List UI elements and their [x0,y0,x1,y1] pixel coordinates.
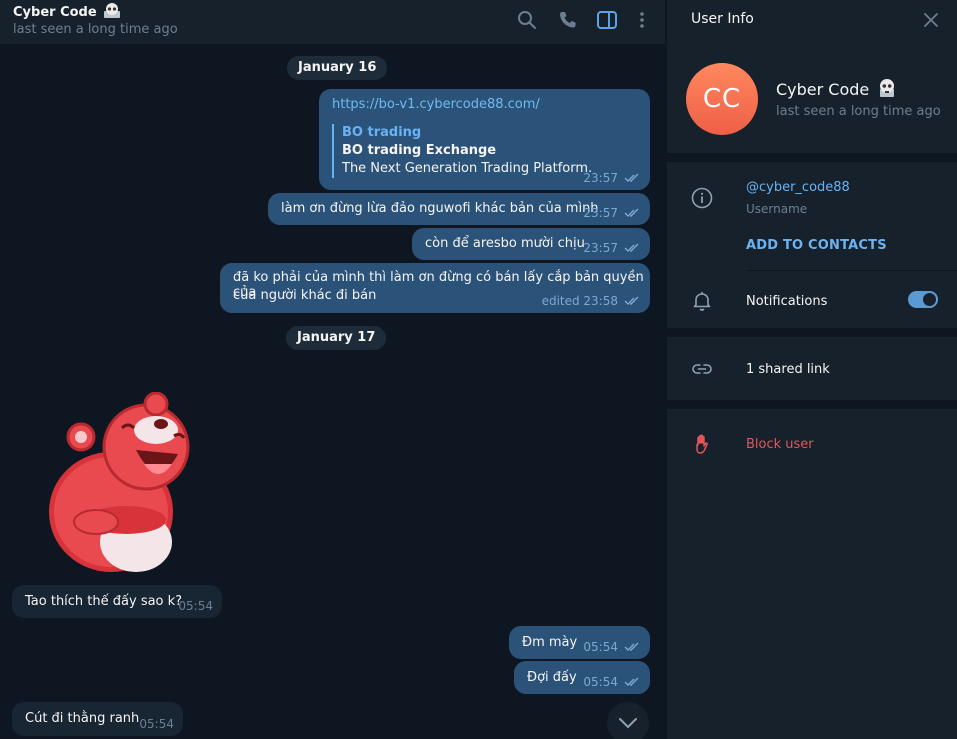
row-divider [746,270,957,271]
link-icon [690,357,714,381]
message-bubble-link[interactable]: https://bo-v1.cybercode88.com/ BO tradin… [319,89,650,190]
double-check-icon [624,677,641,687]
message-bubble-incoming[interactable]: Tao thích thế đấy sao k? 05:54 [12,585,222,618]
sidebar-toggle-icon[interactable] [596,9,618,31]
message-text: Tao thích thế đấy sao k? [25,594,183,609]
preview-description: The Next Generation Trading Platform. [342,161,593,176]
close-icon[interactable] [921,10,941,30]
chat-header[interactable]: Cyber Code last seen a long time ago [0,0,665,45]
username-value[interactable]: @cyber_code88 [746,180,850,195]
link-url[interactable]: https://bo-v1.cybercode88.com/ [332,97,540,112]
message-text: còn để aresbo mười chịu [425,236,585,251]
message-bubble[interactable]: Đợi đấy 05:54 [514,661,650,694]
double-check-icon [624,243,641,253]
section-divider [667,153,957,162]
message-meta: 05:54 [583,675,641,689]
message-meta: 05:54 [178,599,213,613]
skull-emoji-icon [874,79,897,99]
message-bubble[interactable]: Đm mày 05:54 [509,626,650,659]
message-text: làm ơn đừng lừa đảo nguwofi khác bản của… [281,201,599,216]
message-time: 05:54 [178,599,213,613]
message-text: Cút đi thằng ranh [25,711,140,726]
message-bubble[interactable]: làm ơn đừng lừa đảo nguwofi khác bản của… [268,193,650,225]
message-meta: edited 23:58 [542,294,641,308]
message-time: 23:57 [583,171,618,185]
message-meta: 05:54 [139,717,174,731]
hand-stop-icon [690,432,714,456]
phone-icon[interactable] [557,9,579,31]
profile-status: last seen a long time ago [776,104,941,119]
date-separator: January 17 [286,326,387,350]
skull-emoji-icon [101,3,121,20]
toggle-knob [921,291,938,308]
double-check-icon [624,296,641,306]
message-time: 23:57 [583,241,618,255]
date-separator: January 16 [287,56,388,80]
block-user-button[interactable]: Block user [746,437,814,452]
message-bubble[interactable]: còn để aresbo mười chịu 23:57 [412,228,650,260]
user-info-panel: User Info CC Cyber Code last seen a long… [666,0,957,739]
profile-name: Cyber Code [776,78,897,99]
link-preview[interactable]: BO trading BO trading Exchange The Next … [332,124,592,178]
username-label: Username [746,202,808,216]
double-check-icon [624,173,641,183]
section-divider [667,328,957,337]
search-icon[interactable] [516,9,538,31]
avatar[interactable]: CC [686,63,758,135]
message-text-line: của người khác đi bán [233,288,377,303]
message-meta: 23:57 [583,171,641,185]
panel-title: User Info [691,11,754,27]
message-meta: 05:54 [583,640,641,654]
notifications-toggle[interactable] [908,291,938,308]
scroll-to-bottom-button[interactable] [607,702,649,739]
chat-pane: Cyber Code last seen a long time ago Jan… [0,0,665,739]
chat-status: last seen a long time ago [13,22,178,37]
message-time: 05:54 [139,717,174,731]
add-to-contacts-button[interactable]: ADD TO CONTACTS [746,238,887,253]
message-time: edited 23:58 [541,294,618,308]
message-time: 05:54 [583,640,618,654]
preview-site-name: BO trading [342,125,422,140]
chevron-down-icon [618,714,638,733]
section-divider [667,400,957,409]
preview-title: BO trading Exchange [342,143,497,158]
shared-links-item[interactable]: 1 shared link [746,362,830,377]
double-check-icon [624,208,641,218]
message-bubble-incoming[interactable]: Cút đi thằng ranh 05:54 [12,702,183,736]
message-text: Đm mày [522,635,578,650]
bell-icon [690,289,714,313]
chat-title[interactable]: Cyber Code [13,2,121,20]
message-meta: 23:57 [583,241,641,255]
double-check-icon [624,642,641,652]
message-text: Đợi đấy [527,670,577,685]
message-bubble[interactable]: đã ko phải của mình thì làm ơn đừng có b… [220,263,650,313]
message-meta: 23:57 [583,206,641,220]
more-vertical-icon[interactable] [631,9,653,31]
message-time: 23:57 [583,206,618,220]
message-time: 05:54 [583,675,618,689]
info-icon [690,186,714,210]
bear-sticker[interactable] [36,391,196,577]
notifications-label: Notifications [746,294,828,309]
